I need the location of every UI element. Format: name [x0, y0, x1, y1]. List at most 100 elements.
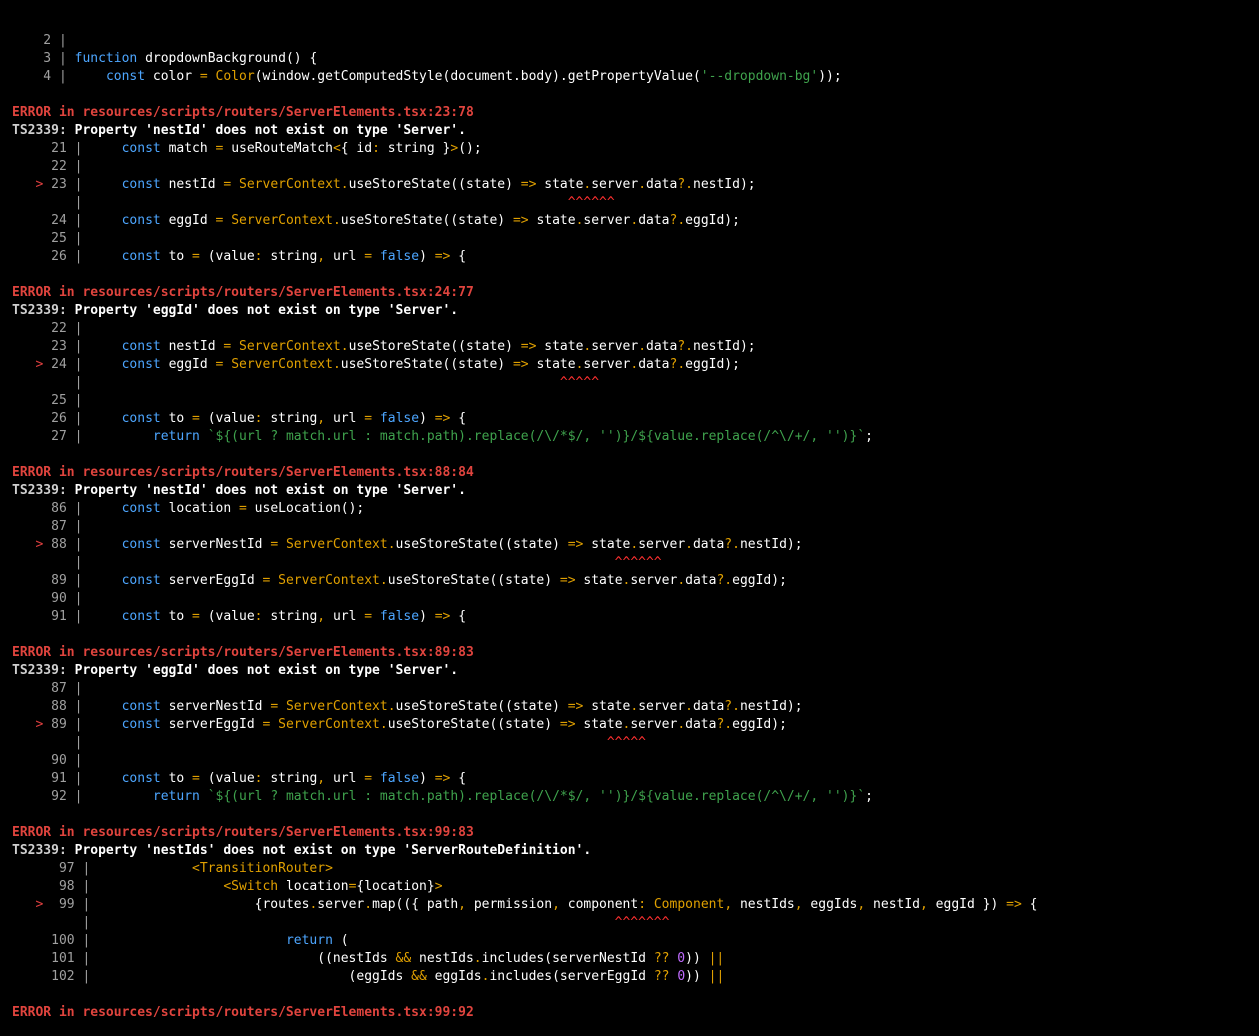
- code-token: match: [168, 141, 216, 156]
- code-token: eggIds: [434, 969, 482, 984]
- error-location[interactable]: ERROR in resources/scripts/routers/Serve…: [12, 284, 474, 302]
- code-token: nestIds: [419, 951, 474, 966]
- line-gutter: 26 |: [12, 411, 91, 426]
- line-gutter: 27 |: [12, 429, 91, 444]
- code-line: > 24 | const eggId = ServerContext.useSt…: [0, 356, 1259, 374]
- code-token: eggIds: [810, 897, 858, 912]
- code-text: <Switch location={location}>: [98, 878, 442, 896]
- code-line: 90 |: [0, 752, 1259, 770]
- code-token: const: [121, 537, 169, 552]
- line-gutter: |: [12, 555, 91, 570]
- code-line: 3 | function dropdownBackground() {: [0, 50, 1259, 68]
- code-token: location: [168, 501, 240, 516]
- code-line: 22 |: [0, 320, 1259, 338]
- line-gutter: > 23 |: [35, 177, 91, 192]
- error-code: TS2339: [12, 123, 59, 138]
- error-location[interactable]: ERROR in resources/scripts/routers/Serve…: [12, 1004, 474, 1022]
- error-location[interactable]: ERROR in resources/scripts/routers/Serve…: [12, 104, 474, 122]
- code-line: 98 | <Switch location={location}>: [0, 878, 1259, 896]
- code-line: 100 | return (: [0, 932, 1259, 950]
- error-location[interactable]: ERROR in resources/scripts/routers/Serve…: [12, 644, 474, 662]
- code-line: 97 | <TransitionRouter>: [0, 860, 1259, 878]
- error-location[interactable]: ERROR in resources/scripts/routers/Serve…: [12, 824, 474, 842]
- code-token: (value: [207, 249, 255, 264]
- code-token: { id: [340, 141, 373, 156]
- error-header[interactable]: ERROR in resources/scripts/routers/Serve…: [0, 644, 1259, 662]
- code-token: :: [254, 609, 271, 624]
- line-gutter: 91 |: [12, 609, 91, 624]
- code-line: 91 | const to = (value: string, url = fa…: [0, 608, 1259, 626]
- code-token: nestIds: [739, 897, 795, 912]
- line-gutter: |: [12, 375, 91, 390]
- code-token: &&: [395, 951, 419, 966]
- code-token: string: [270, 411, 318, 426]
- code-line: 24 | const eggId = ServerContext.useStor…: [0, 212, 1259, 230]
- code-token: data: [692, 699, 725, 714]
- code-token: (: [340, 933, 349, 948]
- code-line: 23 | const nestId = ServerContext.useSto…: [0, 338, 1259, 356]
- code-token: const: [121, 609, 169, 624]
- code-text: ^^^^^: [90, 734, 646, 752]
- code-token: =: [192, 411, 208, 426]
- error-caret: ^^^^^^: [90, 195, 615, 210]
- error-header[interactable]: ERROR in resources/scripts/routers/Serve…: [0, 284, 1259, 302]
- code-token: ,: [317, 771, 333, 786]
- code-line: | ^^^^^: [0, 374, 1259, 392]
- error-header[interactable]: ERROR in resources/scripts/routers/Serve…: [0, 824, 1259, 842]
- code-token: nestId: [168, 339, 224, 354]
- line-gutter: 87 |: [12, 681, 91, 696]
- code-token: ?.: [716, 717, 733, 732]
- code-token: function: [74, 51, 146, 66]
- error-message: TS2339: Property 'eggId' does not exist …: [0, 302, 1259, 320]
- code-token: state: [583, 573, 623, 588]
- code-token: server: [583, 357, 631, 372]
- code-token: =: [364, 411, 380, 426]
- code-text: const to = (value: string, url = false) …: [90, 248, 466, 266]
- code-token: useStoreState((state): [340, 213, 513, 228]
- code-text: const to = (value: string, url = false) …: [90, 608, 466, 626]
- code-token: nestId);: [739, 537, 803, 552]
- code-token: const: [121, 501, 169, 516]
- code-token: string }: [387, 141, 451, 156]
- error-code-separator: :: [58, 663, 75, 678]
- line-gutter: 90 |: [12, 591, 91, 606]
- error-message: TS2339: Property 'nestId' does not exist…: [0, 482, 1259, 500]
- error-header[interactable]: ERROR in resources/scripts/routers/Serve…: [0, 464, 1259, 482]
- code-token: server: [638, 537, 686, 552]
- code-token: ?.: [724, 699, 740, 714]
- code-token: 0: [677, 951, 686, 966]
- code-token: string: [270, 771, 318, 786]
- code-token: nestId: [873, 897, 921, 912]
- code-token: ,: [920, 897, 936, 912]
- line-gutter: |: [12, 195, 91, 210]
- code-token: :: [254, 771, 271, 786]
- code-text: const nestId = ServerContext.useStoreSta…: [90, 176, 756, 194]
- error-caret: ^^^^^: [90, 375, 600, 390]
- error-message: TS2339: Property 'nestId' does not exist…: [0, 122, 1259, 140]
- code-token: data: [685, 717, 717, 732]
- line-gutter: > 24 |: [35, 357, 91, 372]
- code-token: .: [379, 573, 388, 588]
- code-token: `${(url ? match.url : match.path).replac…: [207, 789, 866, 804]
- error-caret: ^^^^^^^: [98, 915, 670, 930]
- error-header[interactable]: ERROR in resources/scripts/routers/Serve…: [0, 104, 1259, 122]
- code-token: return: [152, 789, 208, 804]
- terminal-output[interactable]: 2 | 3 | function dropdownBackground() { …: [0, 0, 1259, 1036]
- code-token: server: [638, 699, 686, 714]
- code-token: data: [692, 537, 725, 552]
- code-token: useLocation();: [254, 501, 365, 516]
- code-line: | ^^^^^: [0, 734, 1259, 752]
- code-token: serverEggId: [168, 717, 263, 732]
- code-token: (window.getComputedStyle(document.body).…: [254, 69, 701, 84]
- code-token: <TransitionRouter>: [192, 861, 333, 876]
- code-token: =>: [567, 699, 592, 714]
- code-token: =>: [520, 339, 545, 354]
- error-location[interactable]: ERROR in resources/scripts/routers/Serve…: [12, 464, 474, 482]
- error-header[interactable]: ERROR in resources/scripts/routers/Serve…: [0, 1004, 1259, 1022]
- code-text: const eggId = ServerContext.useStoreStat…: [90, 356, 740, 374]
- code-token: state: [544, 339, 584, 354]
- code-token: ,: [317, 411, 333, 426]
